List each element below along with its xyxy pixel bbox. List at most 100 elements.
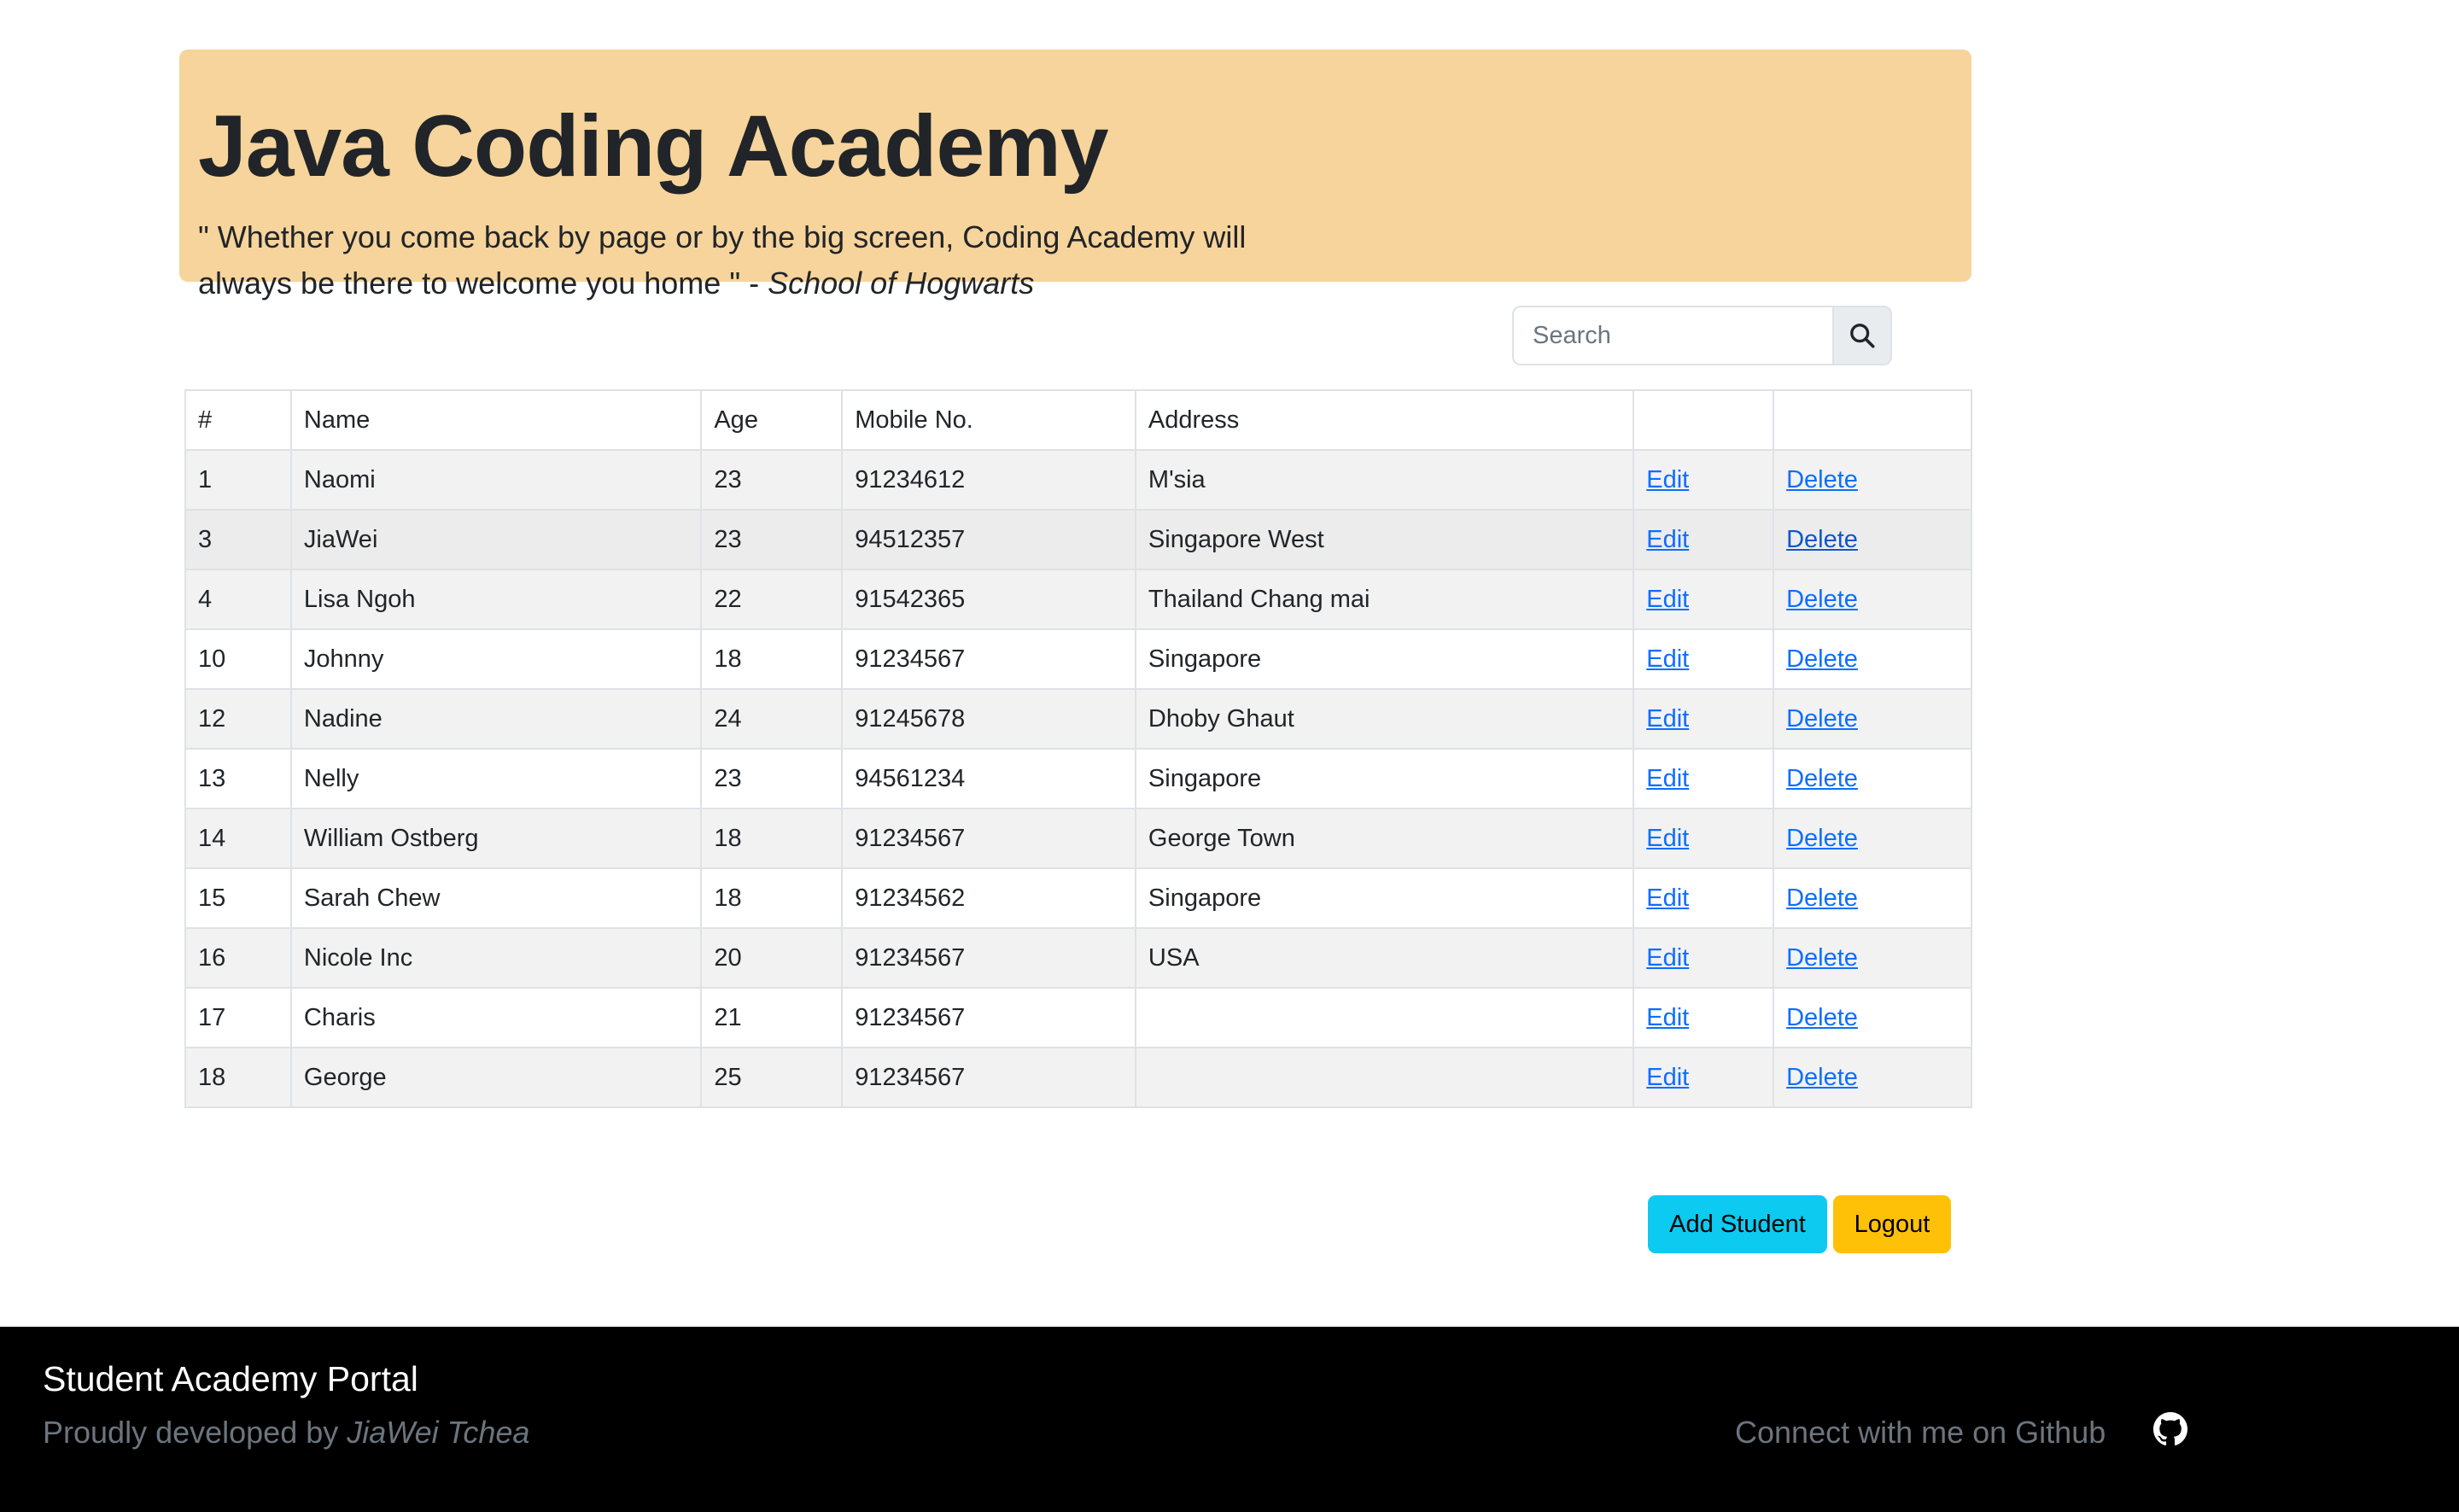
footer-connect-text: Connect with me on Github bbox=[1735, 1415, 2106, 1450]
cell-address: Singapore West bbox=[1134, 509, 1635, 570]
cell-edit: Edit bbox=[1633, 867, 1775, 929]
cell-age: 18 bbox=[700, 867, 844, 929]
cell-id: 10 bbox=[184, 628, 292, 690]
table-header-row: # Name Age Mobile No. Address bbox=[184, 389, 1972, 451]
edit-link[interactable]: Edit bbox=[1646, 705, 1689, 733]
column-header-delete bbox=[1773, 389, 1972, 451]
cell-id: 1 bbox=[184, 449, 292, 511]
cell-mobile: 94512357 bbox=[841, 509, 1136, 570]
edit-link[interactable]: Edit bbox=[1646, 884, 1689, 912]
cell-age: 23 bbox=[700, 509, 844, 570]
header-quote: " Whether you come back by page or by th… bbox=[198, 214, 1308, 306]
table-row: 4 Lisa Ngoh 22 91542365 Thailand Chang m… bbox=[184, 569, 1972, 630]
footer-credit: Proudly developed by JiaWei Tchea bbox=[43, 1415, 529, 1451]
cell-id: 14 bbox=[184, 808, 292, 869]
footer: Student Academy Portal Proudly developed… bbox=[0, 1327, 2459, 1512]
cell-id: 3 bbox=[184, 509, 292, 570]
search-input[interactable] bbox=[1512, 306, 1832, 365]
delete-link[interactable]: Delete bbox=[1786, 705, 1858, 733]
search-form bbox=[1512, 306, 1892, 365]
search-icon bbox=[1850, 324, 1875, 348]
cell-address: Singapore bbox=[1134, 628, 1635, 690]
cell-edit: Edit bbox=[1633, 987, 1775, 1048]
table-row: 3 JiaWei 23 94512357 Singapore West Edit… bbox=[184, 509, 1972, 570]
delete-link[interactable]: Delete bbox=[1786, 825, 1858, 852]
cell-name: Nadine bbox=[289, 688, 703, 750]
edit-link[interactable]: Edit bbox=[1646, 825, 1689, 852]
table-row: 10 Johnny 18 91234567 Singapore Edit Del… bbox=[184, 628, 1972, 690]
cell-address bbox=[1134, 1047, 1635, 1108]
cell-edit: Edit bbox=[1633, 449, 1775, 511]
edit-link[interactable]: Edit bbox=[1646, 765, 1689, 792]
table-row: 16 Nicole Inc 20 91234567 USA Edit Delet… bbox=[184, 927, 1972, 989]
logout-button[interactable]: Logout bbox=[1833, 1195, 1951, 1253]
cell-age: 25 bbox=[700, 1047, 844, 1108]
column-header-mobile: Mobile No. bbox=[841, 389, 1136, 451]
cell-name: JiaWei bbox=[289, 509, 703, 570]
cell-mobile: 91245678 bbox=[841, 688, 1136, 750]
delete-link[interactable]: Delete bbox=[1786, 944, 1858, 972]
delete-link[interactable]: Delete bbox=[1786, 1064, 1858, 1091]
cell-name: Johnny bbox=[289, 628, 703, 690]
delete-link[interactable]: Delete bbox=[1786, 586, 1858, 613]
cell-delete: Delete bbox=[1773, 688, 1972, 750]
delete-link[interactable]: Delete bbox=[1786, 645, 1858, 673]
cell-id: 17 bbox=[184, 987, 292, 1048]
cell-address: Dhoby Ghaut bbox=[1134, 688, 1635, 750]
cell-edit: Edit bbox=[1633, 509, 1775, 570]
cell-delete: Delete bbox=[1773, 987, 1972, 1048]
cell-address: Singapore bbox=[1134, 748, 1635, 809]
delete-link[interactable]: Delete bbox=[1786, 526, 1858, 553]
cell-delete: Delete bbox=[1773, 509, 1972, 570]
cell-edit: Edit bbox=[1633, 628, 1775, 690]
cell-name: Lisa Ngoh bbox=[289, 569, 703, 630]
edit-link[interactable]: Edit bbox=[1646, 466, 1689, 493]
cell-id: 15 bbox=[184, 867, 292, 929]
cell-mobile: 91234612 bbox=[841, 449, 1136, 511]
cell-mobile: 91542365 bbox=[841, 569, 1136, 630]
column-header-id: # bbox=[184, 389, 292, 451]
cell-name: Charis bbox=[289, 987, 703, 1048]
edit-link[interactable]: Edit bbox=[1646, 586, 1689, 613]
table-row: 17 Charis 21 91234567 Edit Delete bbox=[184, 987, 1972, 1048]
cell-id: 18 bbox=[184, 1047, 292, 1108]
cell-mobile: 91234562 bbox=[841, 867, 1136, 929]
cell-age: 23 bbox=[700, 748, 844, 809]
delete-link[interactable]: Delete bbox=[1786, 466, 1858, 493]
cell-age: 24 bbox=[700, 688, 844, 750]
cell-mobile: 91234567 bbox=[841, 628, 1136, 690]
edit-link[interactable]: Edit bbox=[1646, 1064, 1689, 1091]
add-student-button[interactable]: Add Student bbox=[1648, 1195, 1827, 1253]
cell-address: USA bbox=[1134, 927, 1635, 989]
cell-edit: Edit bbox=[1633, 569, 1775, 630]
edit-link[interactable]: Edit bbox=[1646, 944, 1689, 972]
cell-age: 18 bbox=[700, 628, 844, 690]
edit-link[interactable]: Edit bbox=[1646, 645, 1689, 673]
delete-link[interactable]: Delete bbox=[1786, 884, 1858, 912]
cell-edit: Edit bbox=[1633, 927, 1775, 989]
cell-name: Nicole Inc bbox=[289, 927, 703, 989]
github-icon[interactable] bbox=[2153, 1412, 2187, 1446]
cell-name: William Ostberg bbox=[289, 808, 703, 869]
page-title: Java Coding Academy bbox=[198, 97, 1109, 195]
table-row: 13 Nelly 23 94561234 Singapore Edit Dele… bbox=[184, 748, 1972, 809]
edit-link[interactable]: Edit bbox=[1646, 1004, 1689, 1031]
cell-id: 16 bbox=[184, 927, 292, 989]
delete-link[interactable]: Delete bbox=[1786, 765, 1858, 792]
search-button[interactable] bbox=[1832, 306, 1892, 365]
table-row: 1 Naomi 23 91234612 M'sia Edit Delete bbox=[184, 449, 1972, 511]
quote-source: School of Hogwarts bbox=[768, 266, 1035, 301]
edit-link[interactable]: Edit bbox=[1646, 526, 1689, 553]
cell-age: 20 bbox=[700, 927, 844, 989]
column-header-age: Age bbox=[700, 389, 844, 451]
cell-delete: Delete bbox=[1773, 867, 1972, 929]
column-header-name: Name bbox=[289, 389, 703, 451]
cell-edit: Edit bbox=[1633, 748, 1775, 809]
cell-delete: Delete bbox=[1773, 628, 1972, 690]
quote-text: " Whether you come back by page or by th… bbox=[198, 219, 1247, 301]
cell-age: 21 bbox=[700, 987, 844, 1048]
cell-name: George bbox=[289, 1047, 703, 1108]
delete-link[interactable]: Delete bbox=[1786, 1004, 1858, 1031]
cell-delete: Delete bbox=[1773, 748, 1972, 809]
cell-delete: Delete bbox=[1773, 808, 1972, 869]
